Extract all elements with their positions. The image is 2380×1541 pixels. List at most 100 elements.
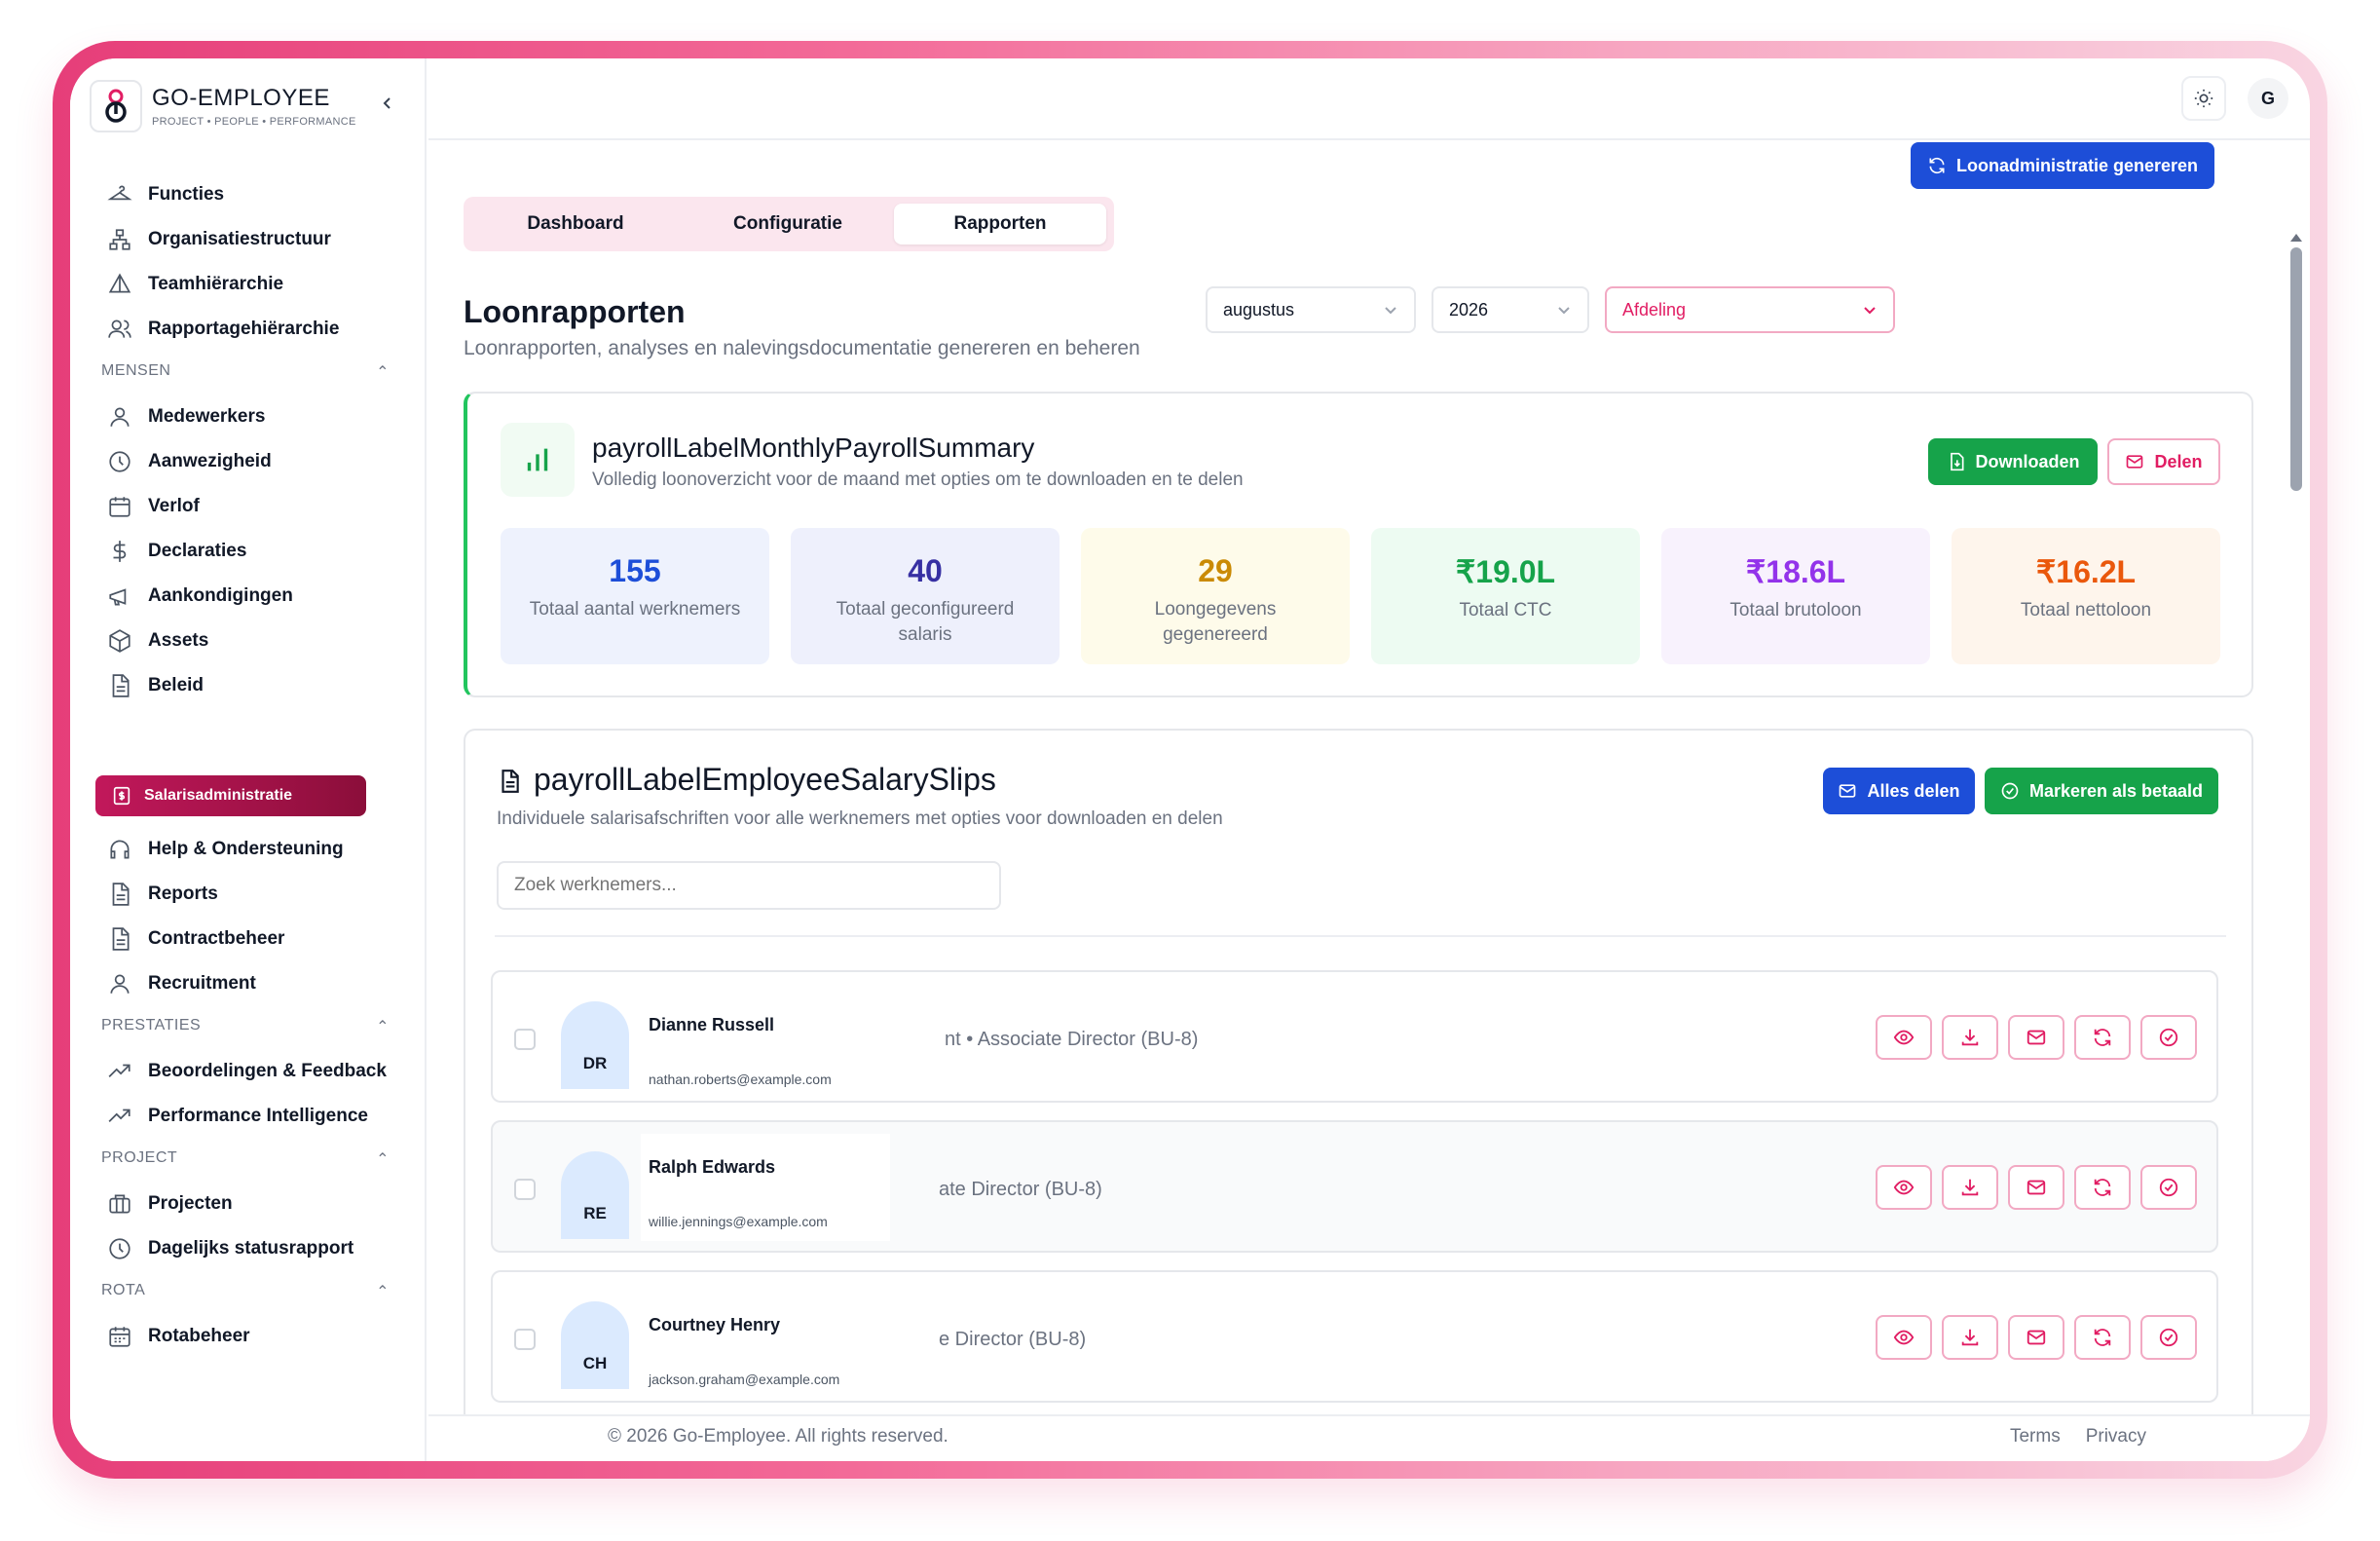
year-select-value: 2026 — [1449, 299, 1489, 319]
search-employees-input[interactable] — [497, 861, 1001, 910]
sidebar-item-recruitment[interactable]: Recruitment — [107, 962, 419, 1005]
download-slip-button[interactable] — [1942, 1315, 1998, 1360]
refresh-icon — [2094, 1029, 2111, 1046]
tab-rapporten[interactable]: Rapporten — [894, 204, 1106, 244]
scrollbar[interactable] — [2287, 232, 2306, 1461]
eye-icon — [1893, 1030, 1915, 1045]
sidebar-item-verlof[interactable]: Verlof — [107, 485, 419, 528]
sidebar-item-beoordelingen[interactable]: Beoordelingen & Feedback — [107, 1050, 419, 1093]
mark-row-paid-button[interactable] — [2140, 1015, 2197, 1060]
collapse-sidebar-button[interactable] — [380, 92, 395, 117]
stat-card: ₹19.0L Totaal CTC — [1371, 528, 1640, 664]
employee-row[interactable]: RE Ralph Edwards willie.jennings@example… — [491, 1120, 2218, 1253]
chevron-up-icon: ⌃ — [376, 1284, 390, 1300]
download-slip-button[interactable] — [1942, 1165, 1998, 1210]
user-avatar[interactable]: G — [2248, 78, 2288, 119]
section-header-prestaties[interactable]: PRESTATIES ⌃ — [101, 1017, 390, 1036]
sidebar-item-help[interactable]: Help & Ondersteuning — [107, 828, 419, 871]
employee-row[interactable]: CH Courtney Henry jackson.graham@example… — [491, 1270, 2218, 1403]
sidebar-item-rapportagehierarchie[interactable]: Rapportagehiërarchie — [107, 308, 419, 351]
email-slip-button[interactable] — [2008, 1015, 2064, 1060]
regenerate-slip-button[interactable] — [2074, 1165, 2131, 1210]
sidebar-item-projecten[interactable]: Projecten — [107, 1183, 419, 1225]
check-circle-icon — [2159, 1178, 2178, 1197]
document-icon — [112, 883, 130, 906]
sidebar-item-rotabeheer[interactable]: Rotabeheer — [107, 1315, 419, 1358]
email-slip-button[interactable] — [2008, 1165, 2064, 1210]
sidebar-item-assets[interactable]: Assets — [107, 620, 419, 662]
section-header-rota[interactable]: ROTA ⌃ — [101, 1282, 390, 1301]
refresh-icon — [2094, 1329, 2111, 1346]
section-header-project[interactable]: PROJECT ⌃ — [101, 1149, 390, 1169]
stat-card: 155 Totaal aantal werknemers — [501, 528, 769, 664]
download-label: Downloaden — [1975, 451, 2080, 471]
sidebar-item-declaraties[interactable]: Declaraties — [107, 530, 419, 573]
sidebar-item-contractbeheer[interactable]: Contractbeheer — [107, 918, 419, 960]
terms-link[interactable]: Terms — [2010, 1426, 2061, 1447]
sidebar-item-performance-intelligence[interactable]: Performance Intelligence — [107, 1095, 419, 1138]
sidebar-item-label: Beleid — [148, 675, 205, 695]
employee-info: Courtney Henry jackson.graham@example.co… — [641, 1292, 890, 1399]
box-icon — [109, 629, 130, 653]
department-select[interactable]: Afdeling — [1605, 286, 1895, 333]
privacy-link[interactable]: Privacy — [2086, 1426, 2146, 1447]
stat-value: 40 — [908, 553, 943, 588]
sidebar-item-functies[interactable]: Functies — [107, 173, 419, 216]
divider — [495, 935, 2226, 937]
sidebar-item-reports[interactable]: Reports — [107, 873, 419, 916]
sidebar-item-aankondigingen[interactable]: Aankondigingen — [107, 575, 419, 618]
summary-title: payrollLabelMonthlyPayrollSummary — [592, 432, 1035, 463]
trend-icon — [108, 1109, 130, 1123]
download-icon — [1961, 1329, 1979, 1346]
download-button[interactable]: Downloaden — [1928, 438, 2098, 485]
section-header-mensen[interactable]: MENSEN ⌃ — [101, 362, 390, 382]
sidebar-item-aanwezigheid[interactable]: Aanwezigheid — [107, 440, 419, 483]
theme-toggle-button[interactable] — [2181, 76, 2226, 121]
row-checkbox[interactable] — [514, 1029, 536, 1050]
footer-copyright: © 2026 Go-Employee. All rights reserved. — [608, 1426, 948, 1447]
regenerate-slip-button[interactable] — [2074, 1315, 2131, 1360]
share-button[interactable]: Delen — [2107, 438, 2220, 485]
mark-row-paid-button[interactable] — [2140, 1315, 2197, 1360]
share-all-button[interactable]: Alles delen — [1823, 768, 1975, 814]
sidebar-item-teamhierarchie[interactable]: Teamhiërarchie — [107, 263, 419, 306]
document-icon — [112, 674, 130, 697]
document-icon — [502, 770, 519, 793]
sidebar-item-dagelijks-statusrapport[interactable]: Dagelijks statusrapport — [107, 1227, 419, 1270]
tab-dashboard[interactable]: Dashboard — [469, 204, 682, 244]
view-button[interactable] — [1876, 1315, 1932, 1360]
stat-value: 29 — [1198, 553, 1233, 588]
section-title: PRESTATIES — [101, 1017, 202, 1034]
brand[interactable]: GO-EMPLOYEE PROJECT • PEOPLE • PERFORMAN… — [90, 80, 356, 132]
monthly-summary-card: payrollLabelMonthlyPayrollSummary Volled… — [464, 392, 2253, 697]
download-slip-button[interactable] — [1942, 1015, 1998, 1060]
month-select[interactable]: augustus — [1206, 286, 1416, 333]
sidebar-item-label: Functies — [148, 184, 225, 205]
regenerate-slip-button[interactable] — [2074, 1015, 2131, 1060]
scrollbar-thumb[interactable] — [2290, 247, 2302, 491]
clock-icon — [109, 451, 130, 472]
mark-row-paid-button[interactable] — [2140, 1165, 2197, 1210]
brand-logo-icon — [90, 80, 142, 132]
tab-configuratie[interactable]: Configuratie — [682, 204, 894, 244]
stat-label: Totaal CTC — [1459, 600, 1552, 620]
generate-payroll-button[interactable]: Loonadministratie genereren — [1911, 142, 2214, 189]
sidebar-item-medewerkers[interactable]: Medewerkers — [107, 395, 419, 438]
employee-name: Ralph Edwards — [649, 1157, 776, 1177]
year-select[interactable]: 2026 — [1432, 286, 1589, 333]
mark-paid-button[interactable]: Markeren als betaald — [1985, 768, 2218, 814]
scroll-up-arrow-icon[interactable] — [2290, 234, 2302, 242]
sidebar-item-organisatiestructuur[interactable]: Organisatiestructuur — [107, 218, 419, 261]
employee-row[interactable]: DR Dianne Russell nathan.roberts@example… — [491, 970, 2218, 1103]
slips-title: payrollLabelEmployeeSalarySlips — [534, 762, 996, 797]
user-icon — [110, 974, 130, 994]
row-checkbox[interactable] — [514, 1179, 536, 1200]
sidebar-item-salarisadministratie[interactable]: Salarisadministratie — [95, 775, 366, 816]
top-bar: G — [428, 58, 2310, 140]
sidebar-item-beleid[interactable]: Beleid — [107, 664, 419, 707]
view-button[interactable] — [1876, 1165, 1932, 1210]
share-all-label: Alles delen — [1867, 780, 1960, 801]
row-checkbox[interactable] — [514, 1329, 536, 1350]
view-button[interactable] — [1876, 1015, 1932, 1060]
email-slip-button[interactable] — [2008, 1315, 2064, 1360]
